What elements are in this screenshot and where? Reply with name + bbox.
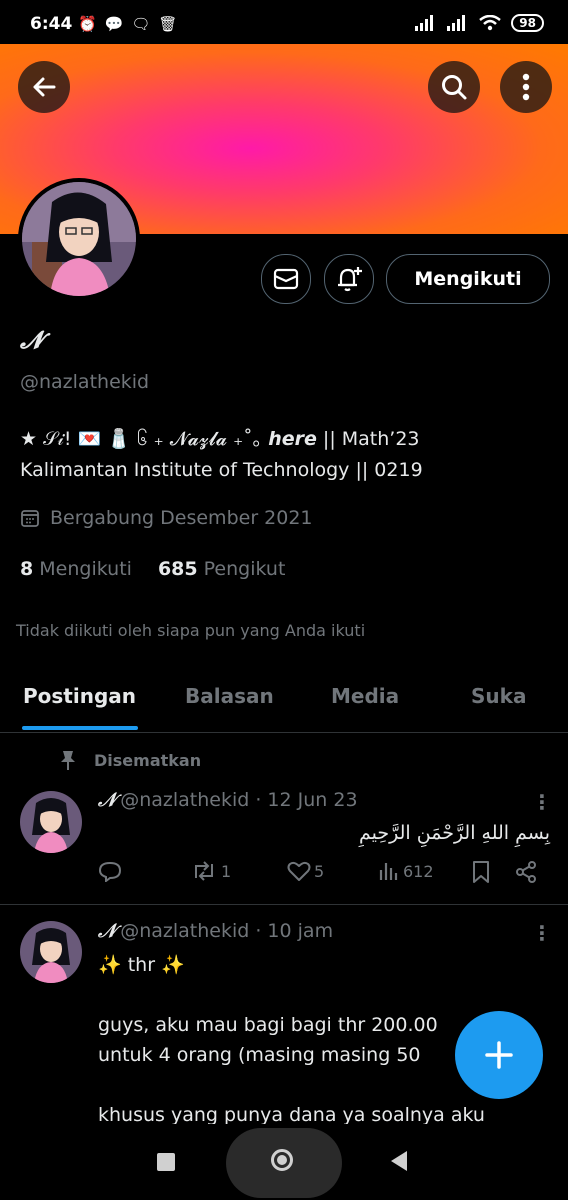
trash-icon: 🗑 xyxy=(158,15,178,33)
bookmark-button[interactable] xyxy=(471,860,491,884)
post-avatar[interactable] xyxy=(20,921,82,983)
post-actions: 1 5 612 xyxy=(98,860,548,894)
status-system-icons: 98 xyxy=(415,14,544,32)
status-time: 6:44 xyxy=(30,14,73,34)
wifi-icon xyxy=(479,15,502,31)
signal-icon-2 xyxy=(447,15,466,31)
more-options-button[interactable] xyxy=(500,61,552,113)
post-header: 𝒩 @nazlathekid · 10 jam xyxy=(98,920,334,942)
post-text: بِسمِ اللهِ الرَّحْمَنِ الرَّحِيمِ xyxy=(359,822,550,844)
views-button[interactable]: 612 xyxy=(378,860,434,882)
bookmark-icon xyxy=(473,861,489,883)
joined-date: Bergabung Desember 2021 xyxy=(20,507,313,529)
repost-button[interactable]: 1 xyxy=(190,860,231,882)
status-bar: 6:44 ⏰ 💬 🗨 🗑 98 xyxy=(0,0,568,44)
following-button[interactable]: Mengikuti xyxy=(386,254,550,304)
active-tab-indicator xyxy=(22,726,138,730)
message-icon: 💬 xyxy=(104,15,124,33)
home-circle-icon[interactable] xyxy=(271,1149,293,1171)
repost-count: 1 xyxy=(221,861,232,881)
alarm-icon: ⏰ xyxy=(78,15,97,33)
post-header: 𝒩 @nazlathekid · 12 Jun 23 xyxy=(98,789,358,811)
profile-handle: @nazlathekid xyxy=(20,371,150,393)
display-name: 𝓝 xyxy=(20,325,43,354)
search-button[interactable] xyxy=(428,61,480,113)
post-avatar[interactable] xyxy=(20,791,82,853)
recents-square-icon[interactable] xyxy=(157,1153,175,1171)
battery-indicator: 98 xyxy=(511,14,544,32)
like-button[interactable]: 5 xyxy=(287,860,324,882)
bio-line-2: Kalimantan Institute of Technology || 02… xyxy=(20,459,423,481)
calendar-icon xyxy=(21,510,39,527)
followers-you-know-note: Tidak diikuti oleh siapa pun yang Anda i… xyxy=(16,621,366,640)
tab-media[interactable]: Media xyxy=(331,684,399,708)
bio-line-1: ★ 𝒮𝒾! 💌 🧂 ၆ ₊ 𝓝𝓪𝔃𝓵𝓪 ₊˚｡ here || Math’23 xyxy=(20,428,420,450)
following-link[interactable]: 8 Mengikuti xyxy=(20,558,132,580)
chat-icon: 🗨 xyxy=(131,15,151,33)
pin-icon xyxy=(61,751,75,770)
heart-icon xyxy=(287,861,311,881)
profile-tabs: Postingan Balasan Media Suka xyxy=(0,670,568,733)
back-triangle-icon[interactable] xyxy=(390,1150,408,1172)
reply-icon xyxy=(98,861,122,882)
pinned-label: Disematkan xyxy=(58,749,201,771)
repost-icon xyxy=(195,861,213,881)
views-count: 612 xyxy=(403,861,434,881)
followers-link[interactable]: 685 Pengikut xyxy=(158,558,285,580)
joined-text: Bergabung Desember 2021 xyxy=(50,507,313,529)
back-arrow-icon xyxy=(33,77,56,97)
reply-button[interactable] xyxy=(98,860,122,882)
tab-balasan[interactable]: Balasan xyxy=(185,684,274,708)
status-notification-icons: ⏰ 💬 🗨 🗑 xyxy=(78,15,177,33)
notify-button[interactable] xyxy=(324,254,374,304)
share-icon xyxy=(516,861,536,883)
tab-suka[interactable]: Suka xyxy=(471,684,526,708)
plus-icon xyxy=(485,1041,513,1069)
envelope-icon xyxy=(273,268,299,290)
tab-postingan[interactable]: Postingan xyxy=(23,684,136,708)
views-chart-icon xyxy=(379,863,398,880)
follow-stats: 8 Mengikuti 685 Pengikut xyxy=(20,558,285,580)
signal-icon xyxy=(415,15,434,31)
share-button[interactable] xyxy=(514,860,538,884)
bell-plus-icon xyxy=(338,267,362,292)
more-vertical-icon xyxy=(522,73,530,101)
post-more-button[interactable]: ⋮ xyxy=(532,921,552,945)
profile-avatar[interactable] xyxy=(18,178,140,300)
post-divider xyxy=(0,904,568,905)
like-count: 5 xyxy=(314,861,325,881)
post-more-button[interactable]: ⋮ xyxy=(532,790,552,814)
profile-bio: ★ 𝒮𝒾! 💌 🧂 ၆ ₊ 𝓝𝓪𝔃𝓵𝓪 ₊˚｡ here || Math’23 … xyxy=(20,424,550,486)
compose-post-button[interactable] xyxy=(455,1011,543,1099)
back-button[interactable] xyxy=(18,61,70,113)
message-button[interactable] xyxy=(261,254,311,304)
search-icon xyxy=(442,75,467,100)
